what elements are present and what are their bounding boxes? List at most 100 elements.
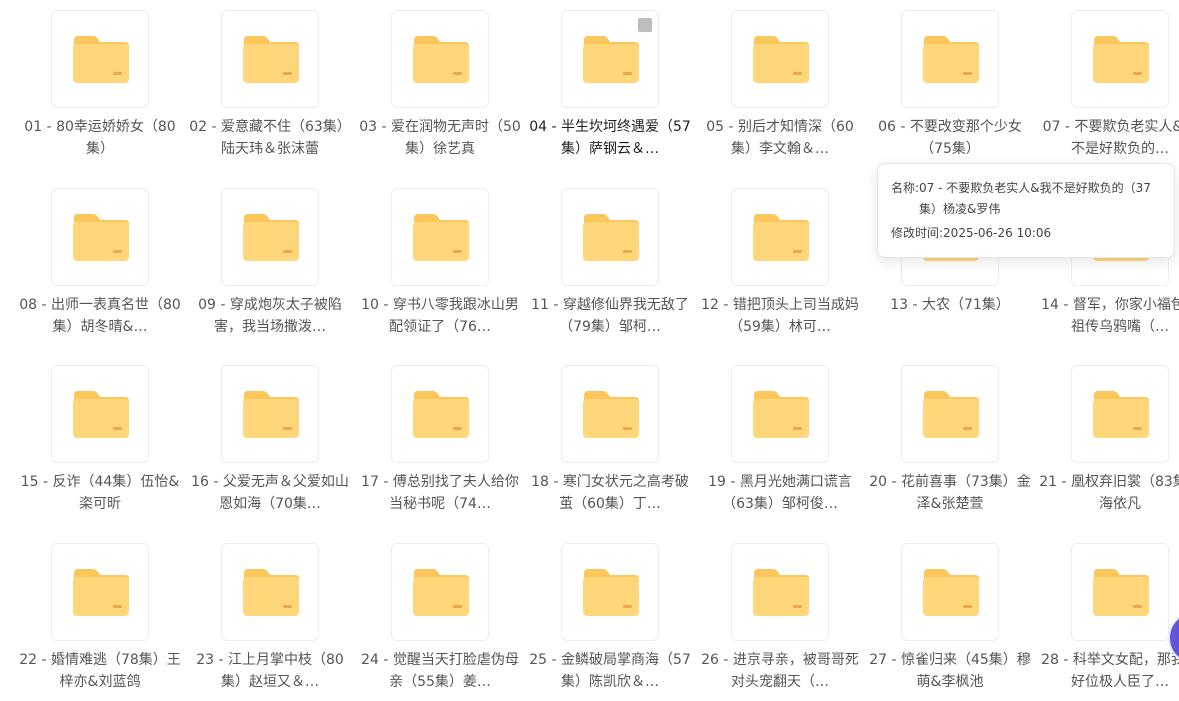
- folder-item[interactable]: 24 - 觉醒当天打脸虐伪母亲（55集）姜…: [355, 533, 525, 701]
- folder-thumbnail[interactable]: [51, 188, 149, 286]
- folder-item[interactable]: 16 - 父爱无声＆父爱如山恩如海（70集…: [185, 355, 355, 523]
- folder-item[interactable]: 27 - 惊雀归来（45集）穆萌&李枫池: [865, 533, 1035, 701]
- folder-name: 10 - 穿书八零我跟冰山男配领证了（76…: [361, 297, 519, 335]
- folder-icon: [413, 391, 469, 438]
- folder-thumbnail[interactable]: [391, 10, 489, 108]
- folder-name: 05 - 别后才知情深（60集）李文翰＆…: [706, 119, 854, 157]
- folder-thumbnail[interactable]: [731, 543, 829, 641]
- folder-item[interactable]: 01 - 80幸运娇娇女（80集）: [15, 0, 185, 168]
- folder-item[interactable]: 22 - 婚情难逃（78集）王梓亦&刘蓝鸽: [15, 533, 185, 701]
- folder-item[interactable]: 28 - 科举文女配，那我只好位极人臣了…: [1035, 533, 1179, 701]
- folder-icon: [923, 391, 979, 438]
- folder-icon: [1093, 391, 1149, 438]
- folder-icon: [583, 36, 639, 83]
- folder-name: 17 - 傅总别找了夫人给你当秘书呢（74…: [361, 474, 519, 512]
- folder-icon: [583, 214, 639, 261]
- tooltip-name-label: 名称:: [891, 181, 920, 195]
- tooltip-time-row: 修改时间: 2025-06-26 10:06: [891, 223, 1162, 244]
- folder-icon: [923, 36, 979, 83]
- folder-thumbnail[interactable]: [391, 543, 489, 641]
- folder-thumbnail[interactable]: [51, 543, 149, 641]
- folder-thumbnail[interactable]: [731, 188, 829, 286]
- folder-item[interactable]: 12 - 错把顶头上司当成妈（59集）林可…: [695, 178, 865, 346]
- folder-name: 16 - 父爱无声＆父爱如山恩如海（70集…: [191, 474, 349, 512]
- folder-name: 25 - 金鳞破局掌商海（57集）陈凯欣＆…: [529, 652, 691, 690]
- folder-thumbnail[interactable]: [221, 10, 319, 108]
- tooltip-time-label: 修改时间:: [891, 226, 944, 240]
- folder-item[interactable]: 18 - 寒门女状元之高考破茧（60集）丁…: [525, 355, 695, 523]
- folder-thumbnail[interactable]: [731, 365, 829, 463]
- folder-icon: [73, 36, 129, 83]
- folder-thumbnail[interactable]: [221, 365, 319, 463]
- folder-name: 04 - 半生坎坷终遇爱（57集）萨钢云＆…: [529, 119, 691, 157]
- folder-item[interactable]: 17 - 傅总别找了夫人给你当秘书呢（74…: [355, 355, 525, 523]
- folder-icon: [413, 36, 469, 83]
- folder-thumbnail[interactable]: [901, 365, 999, 463]
- folder-item[interactable]: 04 - 半生坎坷终遇爱（57集）萨钢云＆…: [525, 0, 695, 168]
- folder-name: 26 - 进京寻亲，被哥哥死对头宠翻天（…: [701, 652, 859, 690]
- folder-icon: [413, 569, 469, 616]
- folder-icon: [73, 391, 129, 438]
- folder-item[interactable]: 25 - 金鳞破局掌商海（57集）陈凯欣＆…: [525, 533, 695, 701]
- folder-item[interactable]: 09 - 穿成炮灰太子被陷害，我当场撒泼…: [185, 178, 355, 346]
- folder-thumbnail[interactable]: [1071, 365, 1169, 463]
- folder-name: 18 - 寒门女状元之高考破茧（60集）丁…: [531, 474, 689, 512]
- folder-item[interactable]: 19 - 黑月光她满口谎言（63集）邹柯俊…: [695, 355, 865, 523]
- folder-name: 09 - 穿成炮灰太子被陷害，我当场撒泼…: [198, 297, 342, 335]
- tooltip-name-value: 07 - 不要欺负老实人&我不是好欺负的（37集）杨凌&罗伟: [919, 181, 1151, 216]
- folder-tooltip: 名称: 07 - 不要欺负老实人&我不是好欺负的（37集）杨凌&罗伟 修改时间:…: [877, 163, 1175, 258]
- folder-item[interactable]: 02 - 爱意藏不住（63集）陆天玮＆张沫蕾: [185, 0, 355, 168]
- folder-name: 23 - 江上月掌中枝（80集）赵垣又＆…: [196, 652, 344, 690]
- folder-thumbnail[interactable]: [901, 543, 999, 641]
- tooltip-name-row: 名称: 07 - 不要欺负老实人&我不是好欺负的（37集）杨凌&罗伟: [891, 178, 1162, 220]
- folder-icon: [243, 214, 299, 261]
- folder-icon: [413, 214, 469, 261]
- folder-thumbnail[interactable]: [391, 365, 489, 463]
- folder-name: 21 - 凰权弃旧裳（83集）海依凡: [1039, 474, 1179, 512]
- folder-thumbnail[interactable]: [901, 10, 999, 108]
- folder-name: 27 - 惊雀归来（45集）穆萌&李枫池: [869, 652, 1031, 690]
- folder-thumbnail[interactable]: [561, 10, 659, 108]
- folder-thumbnail[interactable]: [561, 188, 659, 286]
- folder-name: 06 - 不要改变那个少女（75集）: [878, 119, 1022, 157]
- folder-name: 14 - 督军，你家小福包有祖传乌鸦嘴（…: [1041, 297, 1179, 335]
- folder-item[interactable]: 05 - 别后才知情深（60集）李文翰＆…: [695, 0, 865, 168]
- folder-item[interactable]: 10 - 穿书八零我跟冰山男配领证了（76…: [355, 178, 525, 346]
- folder-item[interactable]: 15 - 反诈（44集）伍怡&栥可昕: [15, 355, 185, 523]
- tooltip-time-value: 2025-06-26 10:06: [943, 226, 1052, 240]
- folder-thumbnail[interactable]: [561, 543, 659, 641]
- folder-name: 15 - 反诈（44集）伍怡&栥可昕: [20, 474, 180, 512]
- folder-name: 12 - 错把顶头上司当成妈（59集）林可…: [701, 297, 859, 335]
- select-checkbox[interactable]: [638, 18, 652, 32]
- folder-icon: [243, 391, 299, 438]
- folder-thumbnail[interactable]: [51, 10, 149, 108]
- folder-item[interactable]: 07 - 不要欺负老实人&我不是好欺负的…: [1035, 0, 1179, 168]
- folder-icon: [73, 569, 129, 616]
- folder-icon: [1093, 569, 1149, 616]
- folder-name: 11 - 穿越修仙界我无敌了（79集）邹柯…: [531, 297, 689, 335]
- folder-item[interactable]: 08 - 出师一表真名世（80集）胡冬晴&…: [15, 178, 185, 346]
- folder-thumbnail[interactable]: [1071, 543, 1169, 641]
- folder-name: 03 - 爱在润物无声时（50集）徐艺真: [359, 119, 521, 157]
- folder-item[interactable]: 03 - 爱在润物无声时（50集）徐艺真: [355, 0, 525, 168]
- folder-name: 19 - 黑月光她满口谎言（63集）邹柯俊…: [708, 474, 852, 512]
- folder-item[interactable]: 06 - 不要改变那个少女（75集）: [865, 0, 1035, 168]
- folder-item[interactable]: 26 - 进京寻亲，被哥哥死对头宠翻天（…: [695, 533, 865, 701]
- folder-item[interactable]: 11 - 穿越修仙界我无敌了（79集）邹柯…: [525, 178, 695, 346]
- folder-thumbnail[interactable]: [731, 10, 829, 108]
- folder-name: 13 - 大农（71集）: [890, 297, 1010, 313]
- folder-name: 24 - 觉醒当天打脸虐伪母亲（55集）姜…: [361, 652, 519, 690]
- folder-name: 01 - 80幸运娇娇女（80集）: [24, 119, 176, 157]
- folder-thumbnail[interactable]: [1071, 10, 1169, 108]
- folder-icon: [753, 391, 809, 438]
- folder-thumbnail[interactable]: [391, 188, 489, 286]
- folder-item[interactable]: 23 - 江上月掌中枝（80集）赵垣又＆…: [185, 533, 355, 701]
- folder-icon: [923, 569, 979, 616]
- folder-thumbnail[interactable]: [221, 543, 319, 641]
- folder-thumbnail[interactable]: [561, 365, 659, 463]
- folder-thumbnail[interactable]: [221, 188, 319, 286]
- folder-item[interactable]: 21 - 凰权弃旧裳（83集）海依凡: [1035, 355, 1179, 523]
- folder-item[interactable]: 20 - 花前喜事（73集）金泽&张楚萱: [865, 355, 1035, 523]
- folder-thumbnail[interactable]: [51, 365, 149, 463]
- folder-icon: [583, 391, 639, 438]
